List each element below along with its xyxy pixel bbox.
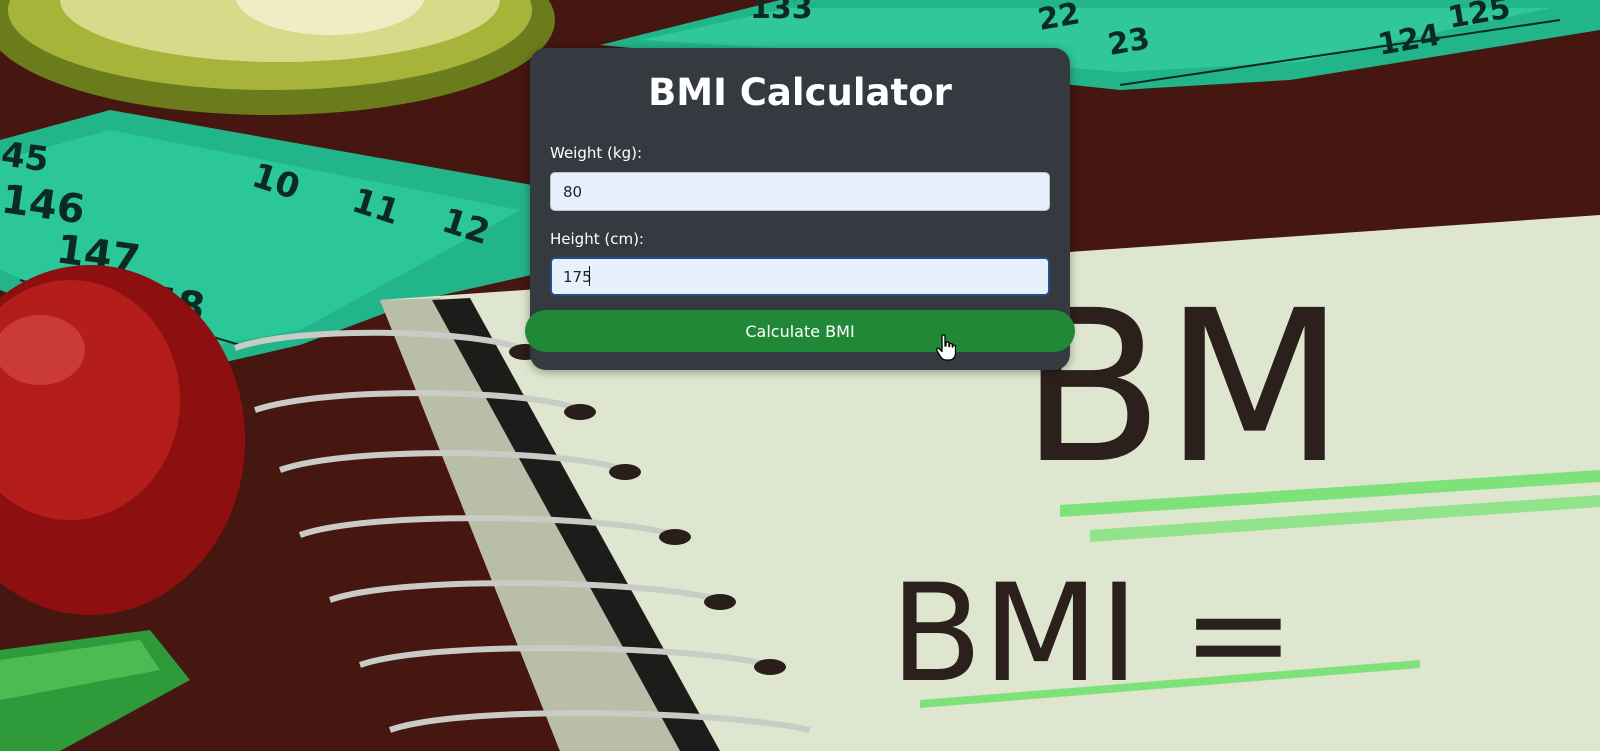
height-label: Height (cm):: [550, 230, 644, 248]
tape-number: 133: [750, 0, 813, 26]
page: 45 146 147 148 10 11 12 133 22 23 124 12…: [0, 0, 1600, 751]
tape-number: 23: [1105, 21, 1152, 63]
tape-number: 45: [0, 134, 51, 180]
height-input[interactable]: [550, 257, 1050, 296]
weight-input[interactable]: [550, 172, 1050, 211]
weight-label: Weight (kg):: [550, 144, 642, 162]
calculate-bmi-button[interactable]: Calculate BMI: [525, 310, 1075, 352]
page-title: BMI Calculator: [648, 71, 952, 114]
bmi-calculator-card: BMI Calculator Weight (kg): Height (cm):…: [525, 48, 1075, 370]
text-caret: [589, 266, 590, 286]
hand-pointer-icon: [936, 334, 956, 361]
